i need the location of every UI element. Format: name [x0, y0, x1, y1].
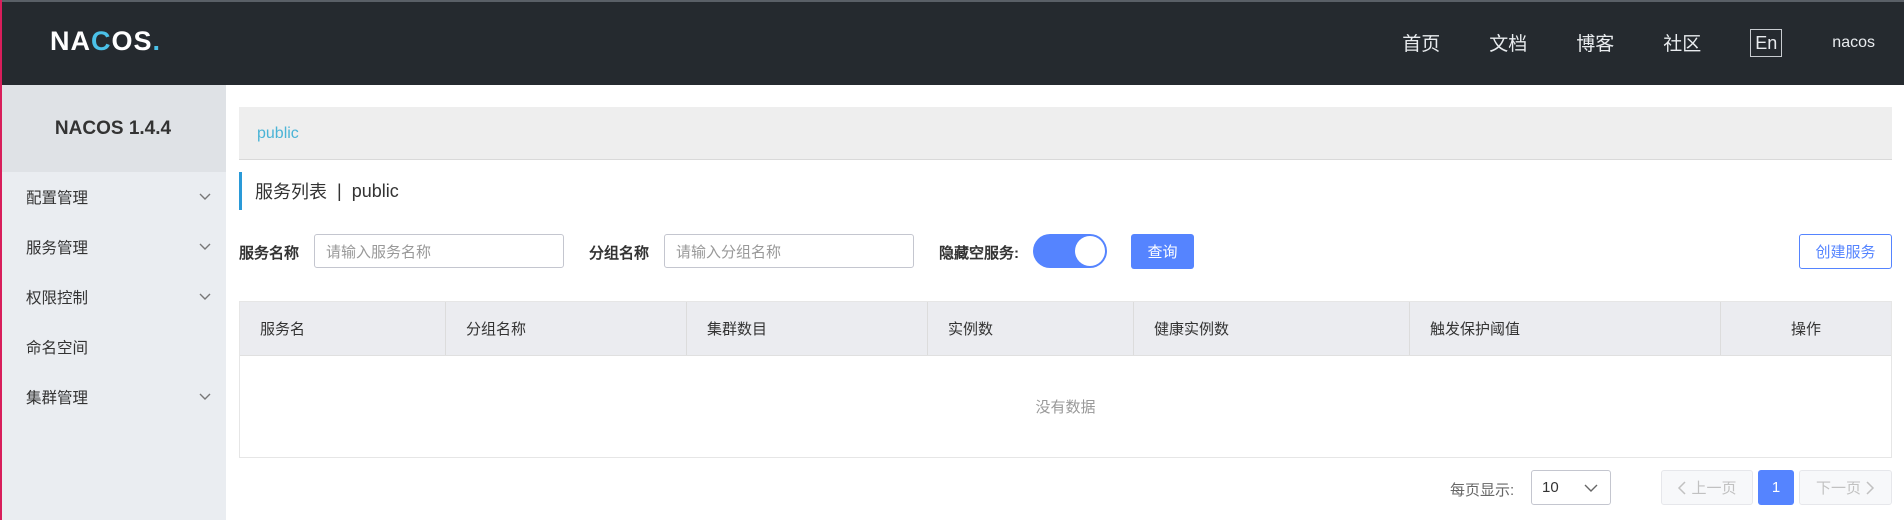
hide-empty-label: 隐藏空服务: [939, 245, 1019, 262]
chevron-down-icon [199, 393, 211, 400]
sidebar-item-service[interactable]: 服务管理 [0, 222, 226, 272]
column-header-service-name: 服务名 [240, 302, 446, 355]
query-button[interactable]: 查询 [1131, 234, 1194, 269]
sidebar-title: NACOS 1.4.4 [0, 85, 226, 172]
logo-text-3: OS [111, 25, 153, 56]
top-nav: 首页 文档 博客 社区 En nacos [1402, 0, 1904, 85]
nav-blog[interactable]: 博客 [1576, 29, 1614, 56]
nav-home[interactable]: 首页 [1402, 29, 1440, 56]
sidebar-item-label: 服务管理 [26, 240, 89, 257]
sidebar-item-auth[interactable]: 权限控制 [0, 272, 226, 322]
group-name-label: 分组名称 [589, 245, 650, 262]
sidebar-item-namespace[interactable]: 命名空间 [0, 322, 226, 372]
next-page-button[interactable]: 下一页 [1799, 470, 1892, 505]
column-header-protect-threshold: 触发保护阈值 [1410, 302, 1721, 355]
page-title-namespace: public [351, 180, 399, 201]
page-size-value: 10 [1542, 479, 1559, 496]
chevron-left-icon [1678, 480, 1687, 495]
service-name-label: 服务名称 [239, 245, 300, 262]
chevron-down-icon [199, 293, 211, 300]
namespace-link-public[interactable]: public [257, 125, 299, 143]
chevron-right-icon [1866, 480, 1875, 495]
service-name-input[interactable]: 请输入服务名称 [314, 234, 564, 268]
empty-state-text: 没有数据 [1035, 398, 1096, 416]
nacos-logo[interactable]: NA C OS. [50, 26, 161, 56]
window-left-border [0, 0, 2, 520]
sidebar-item-config[interactable]: 配置管理 [0, 172, 226, 222]
group-name-placeholder: 请输入分组名称 [676, 243, 782, 261]
nav-community[interactable]: 社区 [1663, 29, 1701, 56]
sidebar-item-label: 配置管理 [26, 190, 89, 207]
sidebar-item-label: 集群管理 [26, 390, 89, 407]
column-header-group-name: 分组名称 [446, 302, 687, 355]
hide-empty-toggle[interactable] [1033, 234, 1107, 268]
language-switch-button[interactable]: En [1750, 28, 1783, 57]
table-header: 服务名 分组名称 集群数目 实例数 健康实例数 触发保护阈值 操作 [240, 302, 1891, 356]
group-name-input[interactable]: 请输入分组名称 [664, 234, 914, 268]
page-title-text: 服务列表 [255, 182, 327, 202]
page-size-select[interactable]: 10 [1531, 470, 1611, 505]
logo-text-4: . [152, 25, 162, 56]
logo-text-1: NA [50, 25, 91, 56]
nav-docs[interactable]: 文档 [1489, 29, 1527, 56]
top-header: NA C OS. 首页 文档 博客 社区 En nacos [0, 0, 1904, 85]
sidebar-item-label: 命名空间 [26, 340, 89, 357]
user-menu[interactable]: nacos [1832, 34, 1875, 52]
service-name-placeholder: 请输入服务名称 [326, 243, 432, 261]
sidebar: NACOS 1.4.4 配置管理 服务管理 权限控制 命名空间 集群管理 [0, 85, 226, 520]
chevron-down-icon [1584, 484, 1598, 492]
chevron-down-icon [199, 243, 211, 250]
page-size-label: 每页显示: [1450, 482, 1515, 499]
sidebar-item-label: 权限控制 [26, 290, 89, 307]
toggle-knob [1075, 236, 1105, 266]
column-header-instance-count: 实例数 [928, 302, 1134, 355]
next-page-label: 下一页 [1815, 480, 1861, 497]
window-top-border [0, 0, 1904, 2]
create-service-button[interactable]: 创建服务 [1799, 234, 1892, 269]
title-separator: | [337, 180, 342, 201]
current-page-button[interactable]: 1 [1758, 470, 1794, 505]
service-table: 服务名 分组名称 集群数目 实例数 健康实例数 触发保护阈值 操作 没有数据 [239, 301, 1892, 458]
column-header-operations: 操作 [1790, 321, 1821, 338]
prev-page-button[interactable]: 上一页 [1661, 470, 1753, 505]
chevron-down-icon [199, 193, 211, 200]
logo-text-2: C [91, 25, 112, 56]
namespace-bar: public [239, 107, 1892, 160]
page-title: 服务列表 | public [239, 172, 399, 210]
prev-page-label: 上一页 [1691, 480, 1737, 497]
sidebar-item-cluster[interactable]: 集群管理 [0, 372, 226, 422]
column-header-healthy-count: 健康实例数 [1134, 302, 1410, 355]
column-header-cluster-count: 集群数目 [687, 302, 928, 355]
